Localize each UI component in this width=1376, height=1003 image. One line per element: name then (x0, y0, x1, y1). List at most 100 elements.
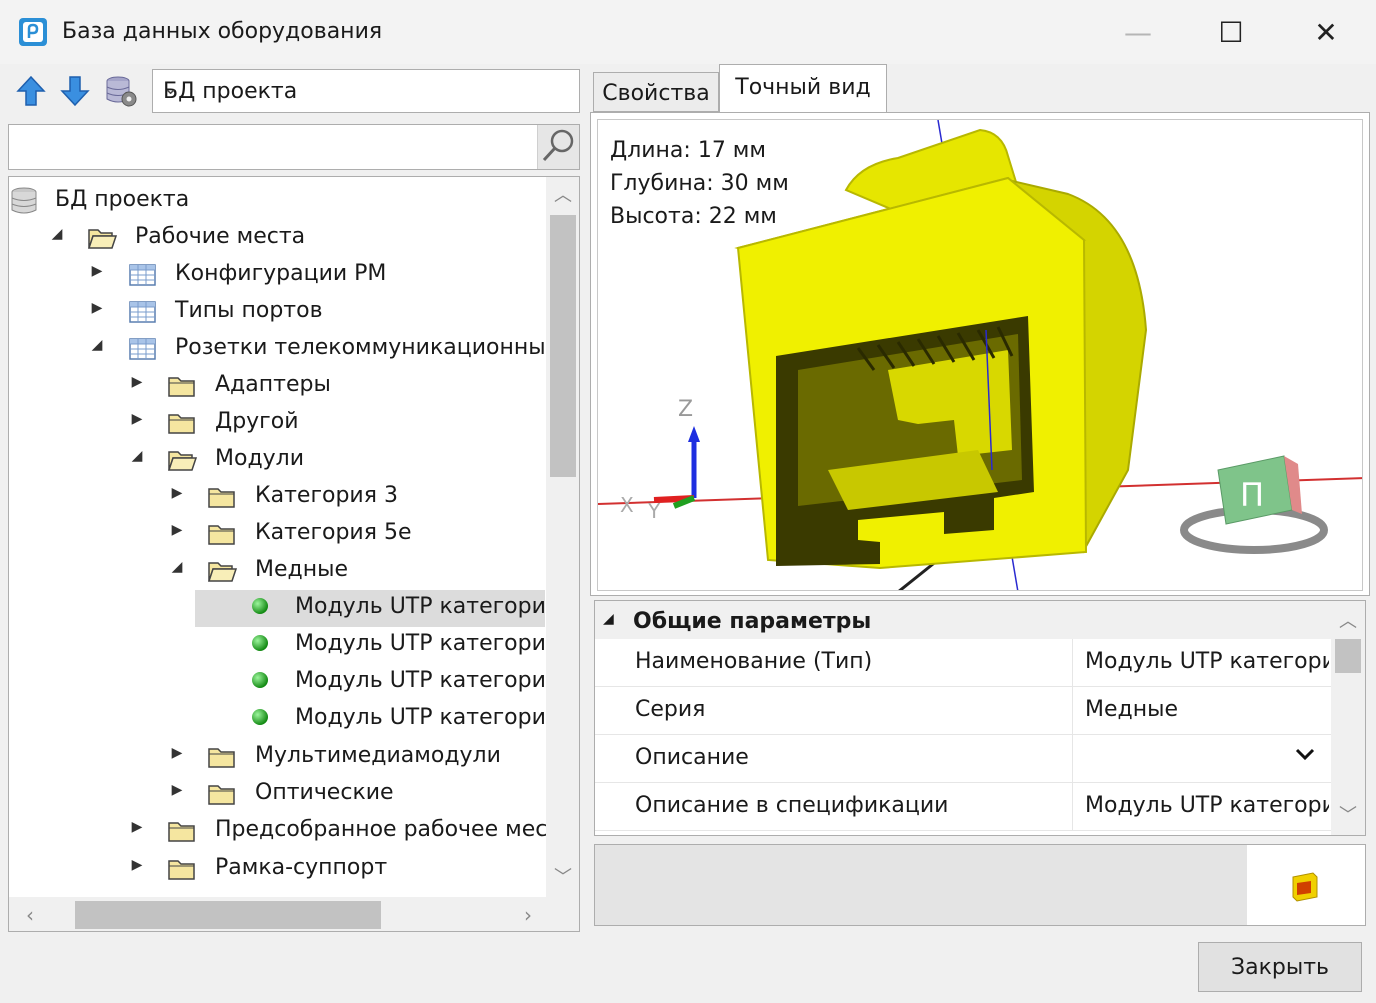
title-bar: База данных оборудования — ☐ ✕ (0, 0, 1376, 64)
scroll-down-icon[interactable]: ﹀ (1331, 801, 1365, 827)
tree-item[interactable]: ▶ Категория 3 (9, 479, 545, 516)
tree-item[interactable]: Модуль UTP категории 5е (9, 664, 579, 701)
folder-open-icon (207, 557, 238, 585)
tree-item[interactable]: ▶ Категория 5е (9, 516, 545, 553)
axis-y-label: Y (647, 499, 661, 523)
tree-item-label: Адаптеры (215, 372, 331, 397)
properties-scrollbar-thumb[interactable] (1335, 639, 1361, 673)
collapse-arrow-icon[interactable]: ◢ (49, 226, 65, 242)
expand-arrow-icon[interactable]: ▶ (169, 485, 185, 501)
tree-item[interactable]: ◢ Модули (9, 442, 545, 479)
expand-arrow-icon[interactable]: ▶ (129, 411, 145, 427)
table-icon (127, 298, 157, 326)
tree-item-label: Розетки телекоммуникационные (175, 335, 560, 360)
property-value[interactable]: Модуль UTP категори (1085, 649, 1329, 674)
folder-icon (207, 520, 237, 548)
tree-item[interactable]: ▶ Рамка-суппорт (9, 851, 545, 888)
axis-x-label: X (620, 493, 634, 517)
tree-item[interactable]: ▶ Типы портов (9, 294, 545, 331)
tree-item[interactable]: ▶ Предсобранное рабочее место (9, 813, 574, 850)
tab-properties[interactable]: Свойства (593, 72, 719, 112)
green-dot-icon (247, 594, 277, 622)
3d-viewer[interactable]: Z X Y П Длина: 17 мм Глубина: 30 мм Высо… (590, 112, 1370, 596)
folder-open-icon (167, 446, 198, 474)
tree-item[interactable]: Модуль UTP категории 5е (9, 627, 579, 664)
tree-item[interactable]: ◢ Медные (9, 553, 545, 590)
collapse-arrow-icon[interactable]: ◢ (603, 611, 614, 627)
column-divider (1072, 783, 1073, 831)
green-dot-icon (247, 631, 277, 659)
expand-arrow-icon[interactable]: ▶ (89, 300, 105, 316)
scroll-up-icon[interactable]: ︿ (546, 179, 579, 213)
properties-scrollbar[interactable] (1331, 601, 1365, 835)
property-value[interactable]: Модуль UTP категори (1085, 793, 1329, 818)
window-title: База данных оборудования (62, 19, 383, 44)
tree-item-label: Медные (255, 557, 349, 582)
tree-item-label: Модули (215, 446, 305, 471)
scroll-left-icon[interactable]: ‹ (13, 897, 47, 931)
folder-icon (167, 409, 197, 437)
expand-arrow-icon[interactable]: ▶ (129, 819, 145, 835)
expand-arrow-icon[interactable]: ▶ (169, 522, 185, 538)
search-button[interactable] (537, 125, 579, 169)
tree-item[interactable]: ▶ Мультимедиамодули (9, 739, 545, 776)
search-input[interactable] (13, 129, 533, 165)
folder-icon (207, 483, 237, 511)
tree-item[interactable]: ▶ Оптические (9, 776, 545, 813)
expand-arrow-icon[interactable]: ▶ (129, 374, 145, 390)
property-row-name[interactable]: Наименование (Тип) Модуль UTP категори (595, 639, 1331, 687)
expand-arrow-icon[interactable]: ▶ (129, 857, 145, 873)
collapse-arrow-icon[interactable]: ◢ (89, 337, 105, 353)
close-button[interactable]: Закрыть (1198, 942, 1362, 992)
dimension-height: Высота: 22 мм (610, 204, 777, 229)
maximize-button[interactable]: ☐ (1201, 10, 1261, 54)
folder-icon (167, 817, 197, 845)
property-name: Описание в спецификации (635, 793, 949, 818)
search-field (8, 124, 580, 170)
property-group-header[interactable]: ◢ Общие параметры (595, 601, 1331, 639)
arrow-down-icon[interactable] (58, 74, 92, 108)
database-settings-icon[interactable] (104, 74, 138, 108)
collapse-arrow-icon[interactable]: ◢ (169, 559, 185, 575)
tree-item[interactable]: Модуль UTP категории 5е (9, 701, 579, 738)
scroll-up-icon[interactable]: ︿ (1331, 607, 1365, 633)
dimension-length: Длина: 17 мм (610, 138, 766, 163)
tree-item-label: Модуль UTP категории 5е (295, 705, 580, 730)
view-cube-label: П (1240, 476, 1264, 514)
collapse-arrow-icon[interactable]: ◢ (129, 448, 145, 464)
tree-item[interactable]: ▶ Другой (9, 405, 545, 442)
tree-item[interactable]: ◢ Розетки телекоммуникационные (9, 331, 560, 368)
property-value[interactable]: Медные (1085, 697, 1329, 722)
tree-item[interactable]: БД проекта (9, 183, 545, 220)
property-name: Наименование (Тип) (635, 649, 873, 674)
property-row-series[interactable]: Серия Медные (595, 687, 1331, 735)
app-icon (19, 18, 47, 46)
dropdown-arrow-icon[interactable] (1295, 747, 1315, 761)
database-select[interactable]: БД проекта ⌄ (152, 69, 580, 113)
column-divider (1072, 639, 1073, 687)
search-icon (542, 129, 574, 162)
arrow-up-icon[interactable] (14, 74, 48, 108)
expand-arrow-icon[interactable]: ▶ (89, 263, 105, 279)
tree-scrollbar-thumb[interactable] (550, 215, 576, 477)
property-row-spec-description[interactable]: Описание в спецификации Модуль UTP катег… (595, 783, 1331, 831)
green-dot-icon (247, 668, 277, 696)
tab-exact-view[interactable]: Точный вид (719, 64, 887, 114)
minimize-button[interactable]: — (1108, 10, 1168, 54)
tree-item[interactable]: ▶ Адаптеры (9, 368, 545, 405)
tree-hscrollbar-thumb[interactable] (75, 901, 381, 929)
expand-arrow-icon[interactable]: ▶ (169, 745, 185, 761)
scroll-down-icon[interactable]: ﹀ (546, 861, 579, 895)
3d-viewport[interactable]: Z X Y П Длина: 17 мм Глубина: 30 мм Высо… (597, 119, 1363, 591)
tree-item[interactable]: Модуль UTP категории 5е (195, 590, 579, 627)
tree-item[interactable]: ◢ Рабочие места (9, 220, 545, 257)
close-window-button[interactable]: ✕ (1296, 10, 1356, 54)
property-row-description[interactable]: Описание (595, 735, 1331, 783)
column-divider (1072, 735, 1073, 783)
tree-item-label: БД проекта (55, 187, 190, 212)
scroll-right-icon[interactable]: › (511, 897, 545, 931)
expand-arrow-icon[interactable]: ▶ (169, 782, 185, 798)
equipment-tree: БД проекта ◢ Рабочие места ▶ Конфигурации РМ… (8, 176, 580, 932)
tree-item-label: Модуль UTP категории 5е (295, 631, 580, 656)
tree-item[interactable]: ▶ Конфигурации РМ (9, 257, 545, 294)
